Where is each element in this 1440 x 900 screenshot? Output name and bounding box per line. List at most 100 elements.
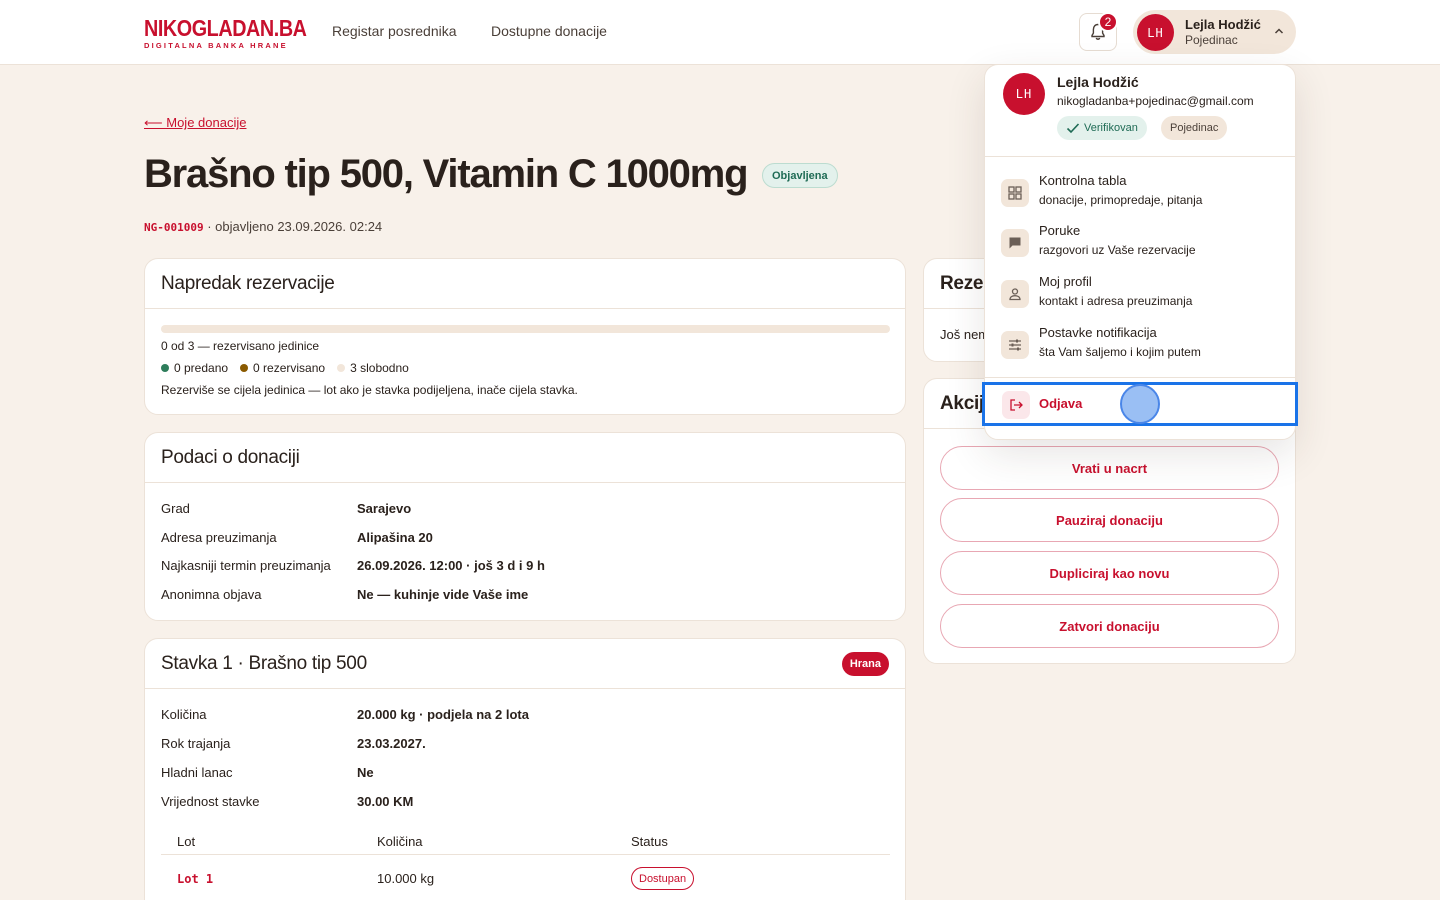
item-key: Količina: [161, 707, 207, 722]
card-title: Rezer: [940, 272, 991, 294]
card-title: Napredak rezervacije: [161, 272, 335, 294]
table-divider: [161, 854, 890, 855]
legend-item: 3 slobodno: [337, 361, 409, 375]
lot-column-header: Količina: [377, 834, 423, 849]
item-key: Vrijednost stavke: [161, 794, 260, 809]
chat-icon: [1001, 229, 1029, 257]
card-title: Podaci o donaciji: [161, 446, 300, 468]
item-row: Količina 20.000 kg · podjela na 2 lota: [161, 707, 529, 722]
detail-row: Najkasniji termin preuzimanja 26.09.2026.…: [161, 558, 545, 573]
logo-tagline: DIGITALNA BANKA HRANE: [144, 41, 288, 50]
menu-item-description: šta Vam šaljemo i kojim putem: [1039, 345, 1201, 359]
detail-row: Grad Sarajevo: [161, 501, 411, 516]
lot-column-header: Status: [631, 834, 668, 849]
close-donation-button[interactable]: Zatvori donaciju: [940, 604, 1279, 648]
progress-card-header: Napredak rezervacije: [145, 259, 905, 309]
item-value: 30.00 KM: [357, 794, 414, 809]
legend-label: 0 rezervisano: [253, 361, 326, 375]
donation-details-card: Podaci o donaciji Grad Sarajevo Adresa pr…: [144, 432, 906, 621]
user-menu-button[interactable]: LH Lejla Hodžić Pojedinac: [1133, 10, 1296, 54]
dropdown-user-email: nikogladanba+pojedinac@gmail.com: [1057, 94, 1254, 108]
user-name: Lejla Hodžić: [1185, 17, 1261, 32]
legend-label: 3 slobodno: [350, 361, 409, 375]
legend-dot: [240, 364, 249, 372]
role-chip: Pojedinac: [1161, 116, 1228, 140]
nav-link-registar[interactable]: Registar posrednika: [332, 23, 457, 39]
item-key: Rok trajanja: [161, 736, 231, 751]
detail-row: Adresa preuzimanja Alipašina 20: [161, 530, 433, 545]
lot-status-badge: Dostupan: [631, 867, 695, 890]
detail-key: Anonimna objava: [161, 587, 262, 602]
verified-chip: Verifikovan: [1057, 116, 1147, 140]
menu-item-notification-settings[interactable]: Postavke notifikacija šta Vam šaljemo i …: [1001, 325, 1283, 371]
details-card-header: Podaci o donaciji: [145, 433, 905, 483]
progress-card: Napredak rezervacije 0 od 3 — rezervisan…: [144, 258, 906, 415]
revert-to-draft-button[interactable]: Vrati u nacrt: [940, 446, 1279, 490]
reservations-empty-text: Još nem: [940, 327, 990, 342]
detail-row: Anonimna objava Ne — kuhinje vide Vaše im…: [161, 587, 528, 602]
item-card-header: Stavka 1 · Brašno tip 500 Hrana: [145, 639, 905, 689]
legend-label: 0 predano: [174, 361, 229, 375]
avatar: LH: [1003, 73, 1045, 115]
category-badge: Hrana: [841, 651, 889, 676]
legend-item: 0 rezervisano: [240, 361, 325, 375]
dropdown-divider: [985, 156, 1295, 157]
detail-key: Adresa preuzimanja: [161, 530, 277, 545]
menu-item-profile[interactable]: Moj profil kontakt i adresa preuzimanja: [1001, 274, 1283, 320]
avatar: LH: [1137, 14, 1174, 51]
lot-column-header: Lot: [177, 834, 196, 849]
progress-legend: 0 predano 0 rezervisano 3 slobodno: [161, 361, 409, 375]
detail-value: Sarajevo: [357, 501, 412, 516]
card-title: Stavka 1 · Brašno tip 500: [161, 652, 367, 674]
item-value: 20.000 kg · podjela na 2 lota: [357, 707, 529, 722]
detail-value: Alipašina 20: [357, 530, 433, 545]
logout-icon: [1002, 391, 1030, 419]
sliders-icon: [1001, 331, 1029, 359]
logout-label: Odjava: [1039, 396, 1083, 411]
duplicate-donation-button[interactable]: Dupliciraj kao novu: [940, 551, 1279, 595]
published-date: · objavljeno 23.09.2026. 02:24: [207, 219, 383, 234]
donation-meta: NG-001009 · objavljeno 23.09.2026. 02:24: [144, 219, 382, 234]
grid-icon: [1001, 179, 1029, 207]
menu-item-label: Poruke: [1039, 223, 1081, 238]
person-icon: [1001, 280, 1029, 308]
reference-code: NG-001009: [144, 221, 204, 234]
verified-label: Verifikovan: [1084, 122, 1138, 134]
check-icon: [1066, 123, 1080, 134]
detail-value: 26.09.2026. 12:00 · još 3 d i 9 h: [357, 558, 545, 573]
logo[interactable]: NIKOGLADAN.BA DIGITALNA BANKA HRANE: [144, 15, 333, 51]
detail-value: Ne — kuhinje vide Vaše ime: [357, 587, 529, 602]
menu-item-messages[interactable]: Poruke razgovori uz Vaše rezervacije: [1001, 223, 1283, 269]
item-key: Hladni lanac: [161, 765, 233, 780]
reservation-note: Rezerviše se cijela jedinica — lot ako j…: [161, 383, 578, 397]
legend-dot: [161, 364, 169, 372]
card-title: Akcij: [940, 392, 984, 414]
menu-item-description: razgovori uz Vaše rezervacije: [1039, 243, 1196, 257]
progress-summary: 0 od 3 — rezervisano jedinice: [161, 339, 320, 353]
item-card: Stavka 1 · Brašno tip 500 Hrana Količina…: [144, 638, 906, 900]
menu-item-description: kontakt i adresa preuzimanja: [1039, 294, 1193, 308]
menu-item-logout[interactable]: Odjava: [982, 382, 1298, 426]
detail-key: Grad: [161, 501, 190, 516]
item-value: 23.03.2027.: [357, 736, 426, 751]
item-value: Ne: [357, 765, 374, 780]
item-row: Hladni lanac Ne: [161, 765, 374, 780]
legend-dot: [337, 364, 346, 372]
user-role: Pojedinac: [1185, 33, 1238, 47]
chevron-up-icon: [1274, 28, 1284, 34]
menu-item-label: Moj profil: [1039, 274, 1092, 289]
page-title: Brašno tip 500, Vitamin C 1000mg: [144, 152, 749, 196]
pause-donation-button[interactable]: Pauziraj donaciju: [940, 498, 1279, 542]
menu-item-label: Postavke notifikacija: [1039, 325, 1157, 340]
logo-wordmark: NIKOGLADAN.BA: [144, 15, 307, 41]
menu-item-description: donacije, primopredaje, pitanja: [1039, 193, 1203, 207]
back-link[interactable]: ⟵ Moje donacije: [144, 115, 246, 131]
nav-link-dostupne[interactable]: Dostupne donacije: [491, 23, 607, 39]
notifications-count-badge: 2: [1098, 12, 1118, 32]
menu-item-dashboard[interactable]: Kontrolna tabla donacije, primopredaje, …: [1001, 173, 1283, 219]
menu-item-label: Kontrolna tabla: [1039, 173, 1127, 188]
item-row: Vrijednost stavke 30.00 KM: [161, 794, 413, 809]
status-badge: Objavljena: [762, 163, 838, 188]
detail-key: Najkasniji termin preuzimanja: [161, 558, 331, 573]
lot-code: Lot 1: [177, 872, 214, 886]
